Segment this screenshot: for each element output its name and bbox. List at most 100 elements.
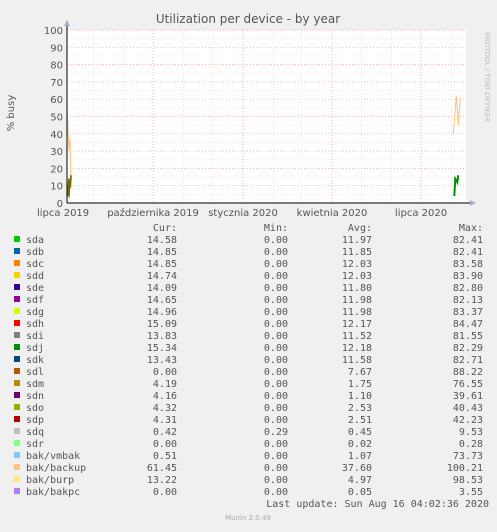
legend-value-max: 9.53 bbox=[459, 427, 483, 438]
legend-value-min: 0.00 bbox=[264, 271, 288, 282]
legend-value-avg: 7.67 bbox=[348, 367, 372, 378]
legend-value-max: 81.55 bbox=[453, 331, 483, 342]
legend-series-name: sdc bbox=[26, 259, 44, 270]
legend-value-max: 82.80 bbox=[453, 283, 483, 294]
legend-value-cur: 0.00 bbox=[153, 367, 177, 378]
legend-value-avg: 1.07 bbox=[348, 451, 372, 462]
y-tick-label: 70 bbox=[50, 78, 63, 89]
x-tick-label: lipca 2020 bbox=[395, 208, 447, 219]
legend-swatch bbox=[14, 320, 20, 326]
legend-value-avg: 0.45 bbox=[348, 427, 372, 438]
legend-value-min: 0.00 bbox=[264, 415, 288, 426]
legend-series-name: sdi bbox=[26, 331, 44, 342]
legend-value-avg: 0.05 bbox=[348, 487, 372, 498]
legend-value-avg: 11.98 bbox=[342, 307, 372, 318]
chart-title: Utilization per device - by year bbox=[156, 12, 340, 26]
legend-swatch bbox=[14, 248, 20, 254]
legend-value-cur: 13.83 bbox=[147, 331, 177, 342]
utilization-chart: Utilization per device - by year % busy … bbox=[6, 12, 491, 522]
legend-series-name: bak/backup bbox=[26, 463, 86, 474]
legend-series-name: sdj bbox=[26, 343, 44, 354]
legend-value-cur: 0.42 bbox=[153, 427, 177, 438]
legend-series-name: bak/bakpc bbox=[26, 487, 80, 498]
legend-series-name: sdr bbox=[26, 439, 44, 450]
legend-value-cur: 15.34 bbox=[147, 343, 177, 354]
legend-swatch bbox=[14, 380, 20, 386]
legend-value-avg: 11.97 bbox=[342, 235, 372, 246]
legend-value-min: 0.00 bbox=[264, 439, 288, 450]
legend-value-min: 0.29 bbox=[264, 427, 288, 438]
legend-value-avg: 37.60 bbox=[342, 463, 372, 474]
legend-value-cur: 14.65 bbox=[147, 295, 177, 306]
legend-series-name: sda bbox=[26, 235, 44, 246]
legend-swatch bbox=[14, 368, 20, 374]
legend-series-name: sdl bbox=[26, 367, 44, 378]
legend-swatch bbox=[14, 284, 20, 290]
legend-value-avg: 0.02 bbox=[348, 439, 372, 450]
legend-value-min: 0.00 bbox=[264, 331, 288, 342]
legend-value-cur: 61.45 bbox=[147, 463, 177, 474]
legend-swatch bbox=[14, 392, 20, 398]
legend-value-cur: 0.51 bbox=[153, 451, 177, 462]
legend-value-max: 83.37 bbox=[453, 307, 483, 318]
legend-value-avg: 1.10 bbox=[348, 391, 372, 402]
legend-column-header: Min: bbox=[264, 223, 288, 234]
legend-value-cur: 14.85 bbox=[147, 247, 177, 258]
legend-series-name: sdg bbox=[26, 307, 44, 318]
legend-value-cur: 13.22 bbox=[147, 475, 177, 486]
legend-series-name: sdm bbox=[26, 379, 44, 390]
legend-value-max: 82.71 bbox=[453, 355, 483, 366]
legend-series-name: sdn bbox=[26, 391, 44, 402]
legend-value-max: 84.47 bbox=[453, 319, 483, 330]
x-tick-label: lipca 2019 bbox=[37, 208, 89, 219]
legend-value-max: 83.90 bbox=[453, 271, 483, 282]
y-tick-label: 80 bbox=[50, 61, 63, 72]
legend-value-avg: 1.75 bbox=[348, 379, 372, 390]
legend-value-avg: 11.85 bbox=[342, 247, 372, 258]
y-tick-label: 40 bbox=[50, 130, 63, 141]
legend-series-name: sdd bbox=[26, 271, 44, 282]
legend-value-max: 83.58 bbox=[453, 259, 483, 270]
legend-value-max: 42.23 bbox=[453, 415, 483, 426]
legend-value-cur: 0.00 bbox=[153, 439, 177, 450]
legend-value-max: 82.41 bbox=[453, 235, 483, 246]
legend-series-name: sdk bbox=[26, 355, 44, 366]
legend-series-name: sdp bbox=[26, 415, 44, 426]
legend-value-min: 0.00 bbox=[264, 307, 288, 318]
legend-value-min: 0.00 bbox=[264, 259, 288, 270]
legend-swatch bbox=[14, 428, 20, 434]
x-tick-label: października 2019 bbox=[107, 207, 199, 219]
legend-value-max: 40.43 bbox=[453, 403, 483, 414]
legend-value-min: 0.00 bbox=[264, 463, 288, 474]
munin-graph: Utilization per device - by year % busy … bbox=[0, 0, 497, 527]
legend-swatch bbox=[14, 416, 20, 422]
legend-swatch bbox=[14, 260, 20, 266]
legend-value-avg: 11.52 bbox=[342, 331, 372, 342]
legend-value-min: 0.00 bbox=[264, 319, 288, 330]
legend-value-min: 0.00 bbox=[264, 235, 288, 246]
legend-swatch bbox=[14, 488, 20, 494]
y-tick-label: 30 bbox=[50, 147, 63, 158]
y-tick-label: 10 bbox=[50, 182, 63, 193]
legend-value-max: 0.28 bbox=[459, 439, 483, 450]
legend-value-cur: 14.58 bbox=[147, 235, 177, 246]
legend-value-cur: 0.00 bbox=[153, 487, 177, 498]
legend-swatch bbox=[14, 236, 20, 242]
y-tick-label: 20 bbox=[50, 164, 63, 175]
legend-value-max: 98.53 bbox=[453, 475, 483, 486]
x-tick-label: stycznia 2020 bbox=[208, 208, 278, 219]
y-tick-label: 50 bbox=[50, 113, 63, 124]
legend-value-avg: 11.80 bbox=[342, 283, 372, 294]
legend-swatch bbox=[14, 356, 20, 362]
legend-swatch bbox=[14, 476, 20, 482]
y-tick-label: 100 bbox=[44, 26, 63, 37]
legend-value-min: 0.00 bbox=[264, 391, 288, 402]
legend-value-cur: 4.32 bbox=[153, 403, 177, 414]
legend-swatch bbox=[14, 308, 20, 314]
legend-swatch bbox=[14, 452, 20, 458]
plot-area: 0102030405060708090100lipca 2019 paździer… bbox=[37, 20, 476, 219]
legend-table: Cur: Min: Avg: Max: sda 14.58 0.00 11.97 82.41 sd… bbox=[14, 223, 483, 498]
rrdtool-credit: RRDTOOL / TOBI OETIKER bbox=[483, 32, 491, 122]
legend-value-avg: 4.97 bbox=[348, 475, 372, 486]
legend-value-avg: 11.58 bbox=[342, 355, 372, 366]
